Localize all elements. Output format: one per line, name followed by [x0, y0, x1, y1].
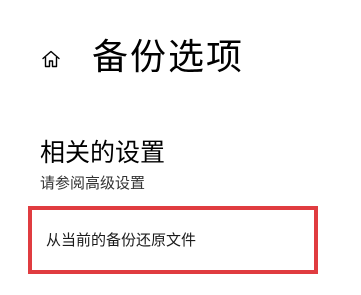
home-icon[interactable] — [40, 48, 62, 70]
restore-files-link[interactable]: 从当前的备份还原文件 — [46, 233, 196, 248]
page-header: 备份选项 — [40, 28, 244, 88]
related-settings-title: 相关的设置 — [40, 138, 166, 167]
see-advanced-settings-link[interactable]: 请参阅高级设置 — [40, 176, 145, 191]
page-title: 备份选项 — [92, 37, 245, 78]
